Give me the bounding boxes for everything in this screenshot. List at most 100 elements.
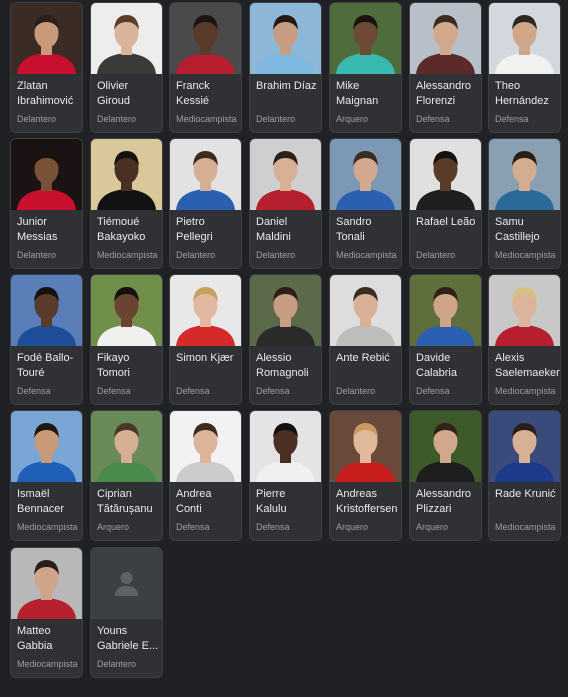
player-position: Defensa	[256, 522, 290, 532]
player-card[interactable]: Fodé Ballo- Touré Defensa	[10, 274, 83, 405]
player-card[interactable]: Alessandro Plizzari Arquero	[409, 410, 482, 541]
player-photo	[330, 275, 401, 346]
person-placeholder-icon	[91, 548, 162, 619]
player-photo	[410, 411, 481, 482]
player-name: Youns Gabriele E...	[97, 625, 159, 652]
player-photo	[410, 139, 481, 210]
player-name: Theo Hernández	[495, 80, 549, 107]
player-name: Ciprian Tătărușanu	[97, 488, 153, 515]
player-position: Arquero	[416, 522, 449, 532]
player-photo	[250, 139, 321, 210]
player-card[interactable]: Youns Gabriele E... Delantero	[90, 547, 163, 678]
player-position: Arquero	[336, 522, 369, 532]
player-card[interactable]: Andrea Conti Defensa	[169, 410, 242, 541]
player-name: Junior Messias	[17, 216, 58, 243]
player-card[interactable]: Theo Hernández Defensa	[488, 2, 561, 133]
player-name: Samu Castillejo	[495, 216, 540, 243]
player-position: Mediocampista	[495, 386, 556, 396]
player-card[interactable]: Rade Krunić Mediocampista	[488, 410, 561, 541]
player-name: Zlatan Ibrahimović	[17, 80, 74, 107]
player-photo	[250, 3, 321, 74]
player-photo	[410, 275, 481, 346]
player-card[interactable]: Pietro Pellegri Delantero	[169, 138, 242, 269]
player-card[interactable]: Sandro Tonali Mediocampista	[329, 138, 402, 269]
player-photo	[170, 411, 241, 482]
player-card[interactable]: Fikayo Tomori Defensa	[90, 274, 163, 405]
player-card[interactable]: Franck Kessié Mediocampista	[169, 2, 242, 133]
player-name: Ismaël Bennacer	[17, 488, 65, 515]
player-position: Defensa	[416, 386, 450, 396]
player-position: Defensa	[176, 386, 210, 396]
player-position: Delantero	[17, 250, 57, 260]
player-name: Davide Calabria	[416, 352, 457, 379]
player-name: Pietro Pellegri	[176, 216, 213, 243]
player-position: Mediocampista	[495, 250, 556, 260]
player-photo	[11, 548, 82, 619]
player-position: Mediocampista	[17, 659, 78, 669]
player-card[interactable]: Matteo Gabbia Mediocampista	[10, 547, 83, 678]
player-card[interactable]: Alessandro Florenzi Defensa	[409, 2, 482, 133]
player-card[interactable]: Ismaël Bennacer Mediocampista	[10, 410, 83, 541]
player-card[interactable]: Samu Castillejo Mediocampista	[488, 138, 561, 269]
player-name: Alessandro Florenzi	[416, 80, 472, 107]
player-card[interactable]: Alexis Saelemaekers Mediocampista	[488, 274, 561, 405]
player-position: Arquero	[97, 522, 130, 532]
player-position: Delantero	[97, 114, 137, 124]
player-position: Delantero	[256, 250, 296, 260]
player-name: Pierre Kalulu	[256, 488, 287, 515]
player-photo	[11, 275, 82, 346]
player-name: Sandro Tonali	[336, 216, 372, 243]
player-photo	[91, 411, 162, 482]
player-position: Defensa	[416, 114, 450, 124]
player-photo	[11, 3, 82, 74]
player-name: Daniel Maldini	[256, 216, 291, 243]
player-name: Brahim Díaz	[256, 80, 317, 92]
player-name: Fodé Ballo- Touré	[17, 352, 74, 379]
player-position: Defensa	[176, 522, 210, 532]
player-photo	[170, 275, 241, 346]
player-name: Rafael Leão	[416, 216, 476, 228]
player-card[interactable]: Junior Messias Delantero	[10, 138, 83, 269]
player-position: Delantero	[176, 250, 216, 260]
player-name: Tiémoué Bakayoko	[97, 216, 146, 243]
player-position: Delantero	[97, 659, 137, 669]
player-photo	[170, 3, 241, 74]
player-name: Ante Rebić	[336, 352, 390, 364]
player-photo	[170, 139, 241, 210]
player-photo	[330, 139, 401, 210]
player-name: Franck Kessié	[176, 80, 210, 107]
player-position: Delantero	[416, 250, 456, 260]
player-card[interactable]: Tiémoué Bakayoko Mediocampista	[90, 138, 163, 269]
player-photo	[410, 3, 481, 74]
player-name: Fikayo Tomori	[97, 352, 131, 379]
player-card[interactable]: Zlatan Ibrahimović Delantero	[10, 2, 83, 133]
player-photo	[11, 139, 82, 210]
player-position: Mediocampista	[97, 250, 158, 260]
player-card[interactable]: Daniel Maldini Delantero	[249, 138, 322, 269]
player-name: Simon Kjær	[176, 352, 234, 364]
player-card[interactable]: Brahim Díaz Delantero	[249, 2, 322, 133]
player-position: Arquero	[336, 114, 369, 124]
player-position: Defensa	[17, 386, 51, 396]
player-card[interactable]: Davide Calabria Defensa	[409, 274, 482, 405]
player-card[interactable]: Olivier Giroud Delantero	[90, 2, 163, 133]
player-card[interactable]: Simon Kjær Defensa	[169, 274, 242, 405]
player-card[interactable]: Pierre Kalulu Defensa	[249, 410, 322, 541]
player-photo	[489, 411, 560, 482]
player-name: Alessandro Plizzari	[416, 488, 472, 515]
player-photo	[91, 3, 162, 74]
player-card[interactable]: Andreas Kristoffersen Arquero	[329, 410, 402, 541]
player-name: Matteo Gabbia	[17, 625, 53, 652]
player-card[interactable]: Alessio Romagnoli Defensa	[249, 274, 322, 405]
player-photo	[250, 411, 321, 482]
player-position: Defensa	[495, 114, 529, 124]
player-grid: Zlatan Ibrahimović Delantero Olivier Girou…	[0, 0, 568, 697]
player-card[interactable]: Ciprian Tătărușanu Arquero	[90, 410, 163, 541]
player-position: Delantero	[336, 386, 376, 396]
player-name: Andreas Kristoffersen	[336, 488, 398, 515]
player-name: Olivier Giroud	[97, 80, 131, 107]
player-card[interactable]: Rafael Leão Delantero	[409, 138, 482, 269]
player-name: Rade Krunić	[495, 488, 556, 500]
player-card[interactable]: Mike Maignan Arquero	[329, 2, 402, 133]
player-card[interactable]: Ante Rebić Delantero	[329, 274, 402, 405]
